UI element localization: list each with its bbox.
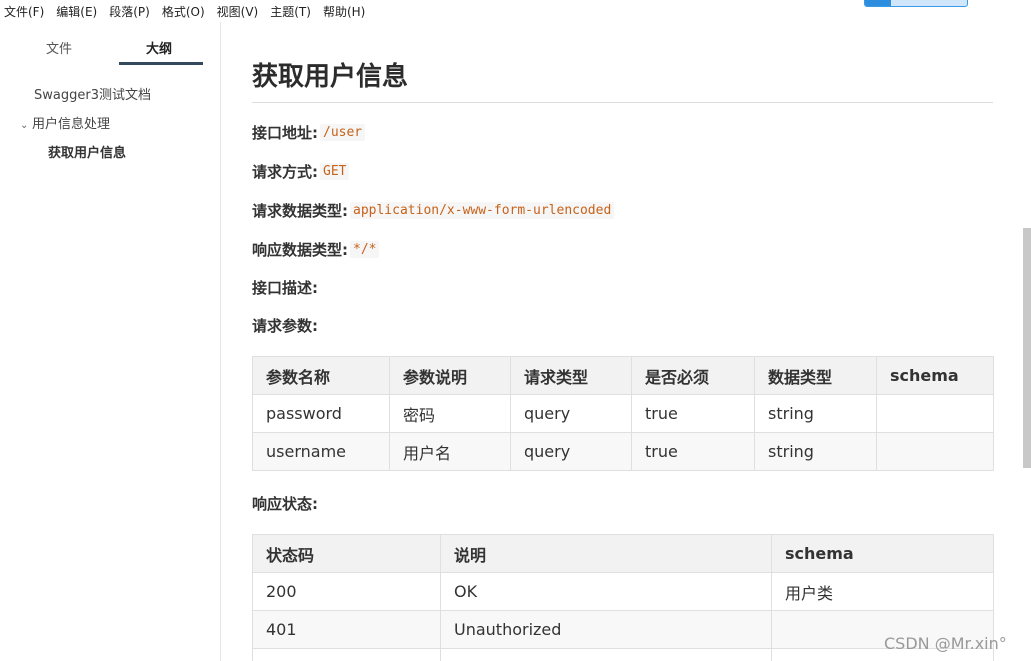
- document-area: 获取用户信息 接口地址: /user 请求方式: GET 请求数据类型: app…: [222, 22, 1022, 661]
- table-row: username 用户名 query true string: [252, 432, 994, 471]
- table-cell: password: [252, 394, 390, 433]
- menu-paragraph[interactable]: 段落(P): [109, 3, 150, 20]
- field-response-type-value: */*: [350, 241, 380, 258]
- field-request-type-label: 请求数据类型:: [252, 202, 348, 220]
- table-cell: username: [252, 432, 390, 471]
- table-cell: true: [631, 394, 755, 433]
- table-header-cell: 是否必须: [631, 356, 755, 395]
- table-header-row: 状态码 说明 schema: [252, 534, 994, 573]
- menu-theme[interactable]: 主题(T): [270, 3, 311, 20]
- table-cell: 密码: [389, 394, 511, 433]
- field-description-label: 接口描述:: [252, 279, 318, 297]
- table-header-cell: 参数名称: [252, 356, 390, 395]
- table-cell: 401: [252, 610, 441, 649]
- title-divider: [252, 102, 993, 103]
- sidebar-tabs: 文件 大纲: [0, 32, 221, 66]
- table-cell: Unauthorized: [440, 610, 772, 649]
- table-row: 401 Unauthorized: [252, 610, 994, 649]
- table-cell: string: [754, 394, 877, 433]
- sidebar: 文件 大纲 Swagger3测试文档 ⌄ 用户信息处理 获取用户信息: [0, 22, 221, 661]
- tab-outline[interactable]: 大纲: [146, 38, 172, 57]
- watermark: CSDN @Mr.xin°: [884, 634, 1007, 653]
- menu-format[interactable]: 格式(O): [162, 3, 205, 20]
- field-request-type: 请求数据类型: application/x-www-form-urlencode…: [252, 200, 615, 221]
- chevron-down-icon[interactable]: ⌄: [20, 120, 32, 131]
- menu-edit[interactable]: 编辑(E): [56, 3, 97, 20]
- table-header-cell: 状态码: [252, 534, 441, 573]
- field-method-label: 请求方式:: [252, 163, 318, 181]
- menu-view[interactable]: 视图(V): [217, 3, 259, 20]
- field-status-label: 响应状态:: [252, 495, 318, 513]
- table-row: 200 OK 用户类: [252, 572, 994, 611]
- table-cell: [876, 432, 994, 471]
- table-cell: [440, 648, 772, 661]
- badge-icon: [865, 0, 891, 6]
- field-url-value: /user: [320, 124, 366, 141]
- table-row: [252, 648, 994, 661]
- table-header-cell: 说明: [440, 534, 772, 573]
- table-cell: OK: [440, 572, 772, 611]
- tab-files[interactable]: 文件: [46, 38, 72, 57]
- table-header-cell: 数据类型: [754, 356, 877, 395]
- table-cell: 用户类: [771, 572, 994, 611]
- scrollbar[interactable]: [1023, 228, 1031, 468]
- menu-help[interactable]: 帮助(H): [323, 3, 365, 20]
- table-cell: true: [631, 432, 755, 471]
- field-method: 请求方式: GET: [252, 161, 350, 182]
- table-header-cell: 请求类型: [510, 356, 632, 395]
- outline-item-leaf[interactable]: 获取用户信息: [48, 142, 126, 161]
- field-method-value: GET: [320, 163, 350, 180]
- field-request-type-value: application/x-www-form-urlencoded: [350, 202, 615, 219]
- menu-file[interactable]: 文件(F): [4, 3, 44, 20]
- table-row: password 密码 query true string: [252, 394, 994, 433]
- table-cell: 用户名: [389, 432, 511, 471]
- table-cell: query: [510, 394, 632, 433]
- table-cell: query: [510, 432, 632, 471]
- page-title: 获取用户信息: [252, 62, 409, 92]
- outline-group-label: 用户信息处理: [32, 117, 111, 132]
- table-cell: string: [754, 432, 877, 471]
- field-url: 接口地址: /user: [252, 122, 366, 143]
- outline-item-group[interactable]: ⌄ 用户信息处理: [20, 113, 110, 132]
- table-header-cell: schema: [771, 534, 994, 573]
- active-tab-indicator: [119, 62, 203, 65]
- field-url-label: 接口地址:: [252, 124, 318, 142]
- table-cell: [252, 648, 441, 661]
- table-header-cell: schema: [876, 356, 994, 395]
- table-cell: [876, 394, 994, 433]
- field-params-label: 请求参数:: [252, 317, 318, 335]
- table-header-row: 参数名称 参数说明 请求类型 是否必须 数据类型 schema: [252, 356, 994, 395]
- table-cell: 200: [252, 572, 441, 611]
- table-header-cell: 参数说明: [389, 356, 511, 395]
- outline-item-root[interactable]: Swagger3测试文档: [34, 84, 151, 103]
- status-table: 状态码 说明 schema 200 OK 用户类 401 Unauthorize…: [252, 534, 994, 661]
- params-table: 参数名称 参数说明 请求类型 是否必须 数据类型 schema password…: [252, 356, 994, 471]
- field-response-type: 响应数据类型: */*: [252, 239, 380, 260]
- field-response-type-label: 响应数据类型:: [252, 241, 348, 259]
- top-badge-button[interactable]: [864, 0, 968, 7]
